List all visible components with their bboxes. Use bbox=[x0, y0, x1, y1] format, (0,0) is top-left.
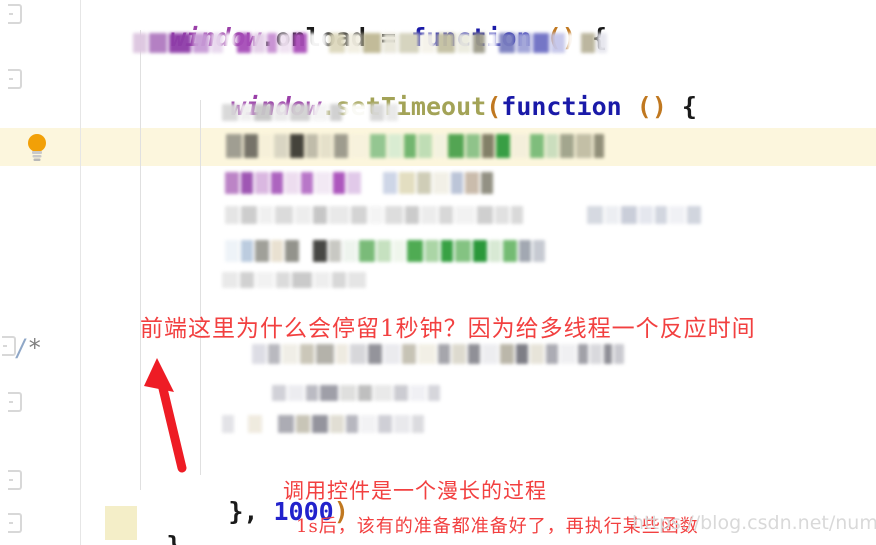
code-line-close-onload[interactable]: } bbox=[76, 508, 181, 545]
annotation-middle: 调用控件是一个漫长的过程 bbox=[283, 479, 547, 503]
blurred-code-line-highlighted[interactable] bbox=[226, 134, 606, 158]
token-brace-open: { bbox=[666, 92, 697, 121]
blurred-code-line[interactable] bbox=[222, 272, 368, 288]
blurred-code-line[interactable] bbox=[225, 172, 495, 194]
token-paren-open: ( bbox=[486, 92, 502, 121]
token-paren-open-2: ( bbox=[636, 92, 652, 121]
editor-screenshot: /* window.onload = function () { bbox=[0, 0, 876, 545]
token-brace-close: } bbox=[166, 531, 181, 545]
token-comma: , bbox=[243, 497, 274, 526]
blurred-code-line[interactable] bbox=[222, 415, 426, 433]
blurred-code-line[interactable] bbox=[133, 33, 609, 53]
watermark-url: https://blog.csdn.net/numbbe bbox=[632, 512, 876, 534]
token-function: function bbox=[501, 92, 622, 121]
token-brace-close: } bbox=[228, 497, 244, 526]
blurred-code-line[interactable] bbox=[222, 104, 400, 121]
red-arrow-up-icon bbox=[144, 358, 187, 473]
annotation-top: 前端这里为什么会停留1秒钟？因为给多线程一个反应时间 bbox=[140, 316, 756, 342]
blurred-code-line[interactable] bbox=[252, 344, 626, 364]
blurred-code-line[interactable] bbox=[272, 385, 442, 401]
blurred-code-line[interactable] bbox=[225, 240, 547, 262]
token-paren-close: ) bbox=[651, 92, 667, 121]
blurred-code-line[interactable] bbox=[225, 206, 703, 224]
